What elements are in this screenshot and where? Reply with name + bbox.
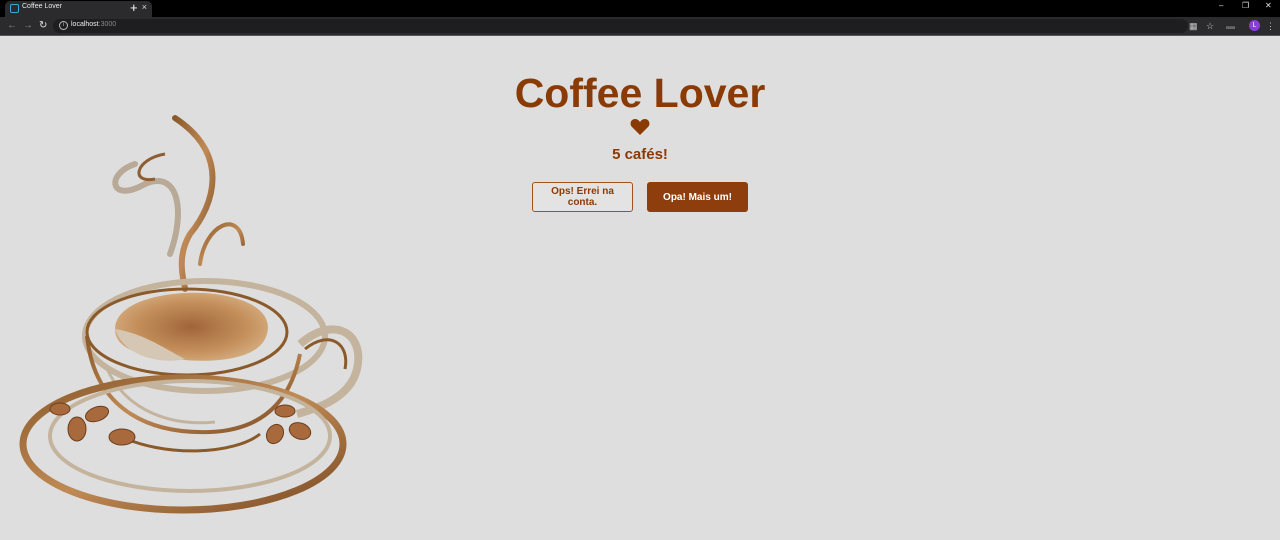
browser-toolbar: ← → ↻ i localhost:3000 ▦ ☆ ▬ L ⋮	[0, 17, 1280, 35]
url-port: :3000	[98, 21, 117, 28]
url-text: localhost:3000	[71, 21, 116, 28]
tab-title: Coffee Lover	[22, 3, 62, 10]
decrement-button[interactable]: Ops! Errei na conta.	[532, 182, 633, 212]
app-page: Coffee Lover 5 cafés! Ops! Errei na cont…	[0, 36, 1280, 540]
profile-avatar[interactable]: L	[1249, 20, 1260, 31]
bookmark-star-icon[interactable]: ☆	[1206, 19, 1214, 33]
new-tab-button[interactable]: +	[130, 0, 138, 16]
page-title: Coffee Lover	[514, 70, 766, 116]
coffee-count: 5 cafés!	[612, 146, 668, 163]
menu-kebab-icon[interactable]: ⋮	[1266, 19, 1275, 33]
back-arrow-icon[interactable]: ←	[7, 19, 17, 33]
site-info-icon[interactable]: i	[59, 21, 68, 30]
increment-button[interactable]: Opa! Mais um!	[647, 182, 748, 212]
restore-icon[interactable]: ❐	[1242, 1, 1249, 10]
reload-icon[interactable]: ↻	[39, 19, 47, 33]
extension-icon[interactable]: ▬	[1226, 19, 1235, 33]
address-bar[interactable]: i localhost:3000	[53, 19, 1188, 33]
close-window-icon[interactable]: ✕	[1265, 1, 1272, 10]
react-favicon-icon	[10, 4, 19, 13]
minimize-icon[interactable]: –	[1219, 1, 1223, 10]
url-host: localhost	[71, 21, 99, 28]
browser-tab-strip: Coffee Lover × + – ❐ ✕	[0, 0, 1280, 17]
forward-arrow-icon[interactable]: →	[23, 19, 33, 33]
translate-icon[interactable]: ▦	[1189, 19, 1198, 33]
heart-icon	[630, 119, 650, 135]
coffee-cup-illustration	[19, 115, 363, 514]
tab-close-icon[interactable]: ×	[142, 2, 147, 12]
